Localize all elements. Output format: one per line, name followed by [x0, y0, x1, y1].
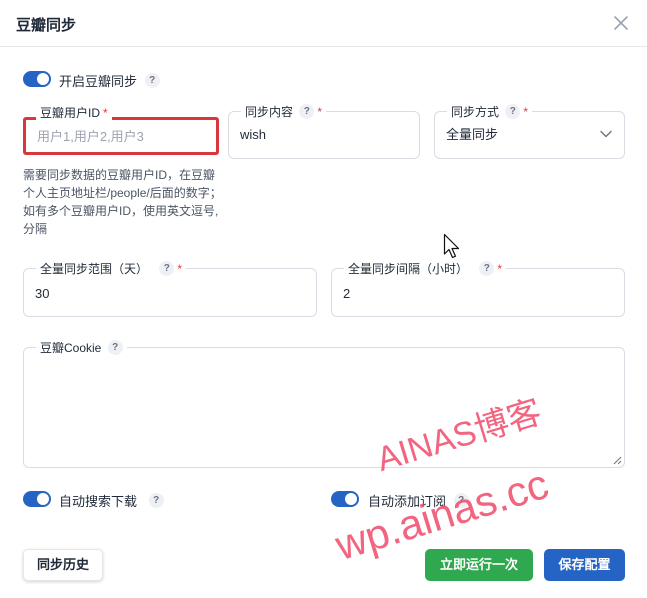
help-icon[interactable]: ?: [148, 493, 164, 508]
full-sync-range-field[interactable]: 30 全量同步范围（天） ? *: [23, 260, 317, 317]
sync-mode-select[interactable]: 全量同步 同步方式 ? *: [434, 103, 625, 159]
enable-sync-text: 开启豆瓣同步: [59, 74, 138, 89]
save-config-button[interactable]: 保存配置: [544, 549, 625, 581]
douban-sync-dialog: 豆瓣同步 开启豆瓣同步 ? 豆瓣用户ID* 需要同步数据的豆瓣用户ID，在豆瓣个…: [0, 0, 647, 598]
close-button[interactable]: [610, 12, 632, 34]
help-icon[interactable]: ?: [299, 104, 315, 120]
required-mark: *: [523, 104, 529, 119]
douban-user-id-input[interactable]: [26, 120, 216, 152]
sync-mode-label-text: 同步方式: [451, 104, 500, 119]
enable-sync-switch[interactable]: [23, 71, 51, 87]
full-sync-range-label: 全量同步范围（天） ? *: [36, 260, 187, 277]
mouse-cursor-icon: [443, 233, 460, 259]
douban-user-id-label-text: 豆瓣用户ID: [40, 105, 101, 120]
close-icon: [614, 16, 628, 30]
help-icon[interactable]: ?: [159, 261, 175, 277]
required-mark: *: [497, 261, 503, 276]
chevron-down-icon: [600, 130, 612, 138]
help-icon[interactable]: ?: [107, 340, 123, 356]
sync-content-field[interactable]: wish 同步内容 ? *: [228, 103, 420, 159]
dialog-header: 豆瓣同步: [0, 0, 647, 47]
auto-subscribe-switch[interactable]: [331, 491, 359, 507]
dialog-title: 豆瓣同步: [16, 17, 77, 34]
sync-content-label-text: 同步内容: [245, 104, 294, 119]
required-mark: *: [103, 105, 108, 120]
douban-user-id-hint: 需要同步数据的豆瓣用户ID，在豆瓣个人主页地址栏/people/后面的数字；如有…: [23, 168, 222, 236]
help-icon[interactable]: ?: [144, 73, 160, 88]
help-icon[interactable]: ?: [479, 261, 495, 277]
required-mark: *: [317, 104, 323, 119]
enable-sync-label: 开启豆瓣同步 ?: [59, 71, 160, 90]
required-mark: *: [177, 261, 183, 276]
douban-user-id-label: 豆瓣用户ID *: [36, 104, 112, 121]
sync-mode-label: 同步方式 ? *: [447, 103, 533, 120]
full-sync-interval-label: 全量同步间隔（小时） ? *: [344, 260, 507, 277]
sync-history-button[interactable]: 同步历史: [23, 549, 103, 581]
full-sync-interval-label-text: 全量同步间隔（小时）: [348, 261, 469, 276]
sync-content-label: 同步内容 ? *: [241, 103, 327, 120]
douban-cookie-label: 豆瓣Cookie ?: [36, 339, 127, 356]
douban-user-id-field: 豆瓣用户ID*: [23, 104, 219, 155]
help-icon[interactable]: ?: [505, 104, 521, 120]
full-sync-range-label-text: 全量同步范围（天）: [40, 261, 149, 276]
douban-cookie-label-text: 豆瓣Cookie: [40, 340, 102, 355]
auto-search-switch[interactable]: [23, 491, 51, 507]
resize-grip-icon[interactable]: [613, 456, 622, 465]
run-once-button[interactable]: 立即运行一次: [425, 549, 533, 581]
auto-search-text: 自动搜索下载: [59, 494, 138, 509]
auto-search-label: 自动搜索下载 ?: [59, 491, 164, 510]
full-sync-interval-field[interactable]: 2 全量同步间隔（小时） ? *: [331, 260, 625, 317]
